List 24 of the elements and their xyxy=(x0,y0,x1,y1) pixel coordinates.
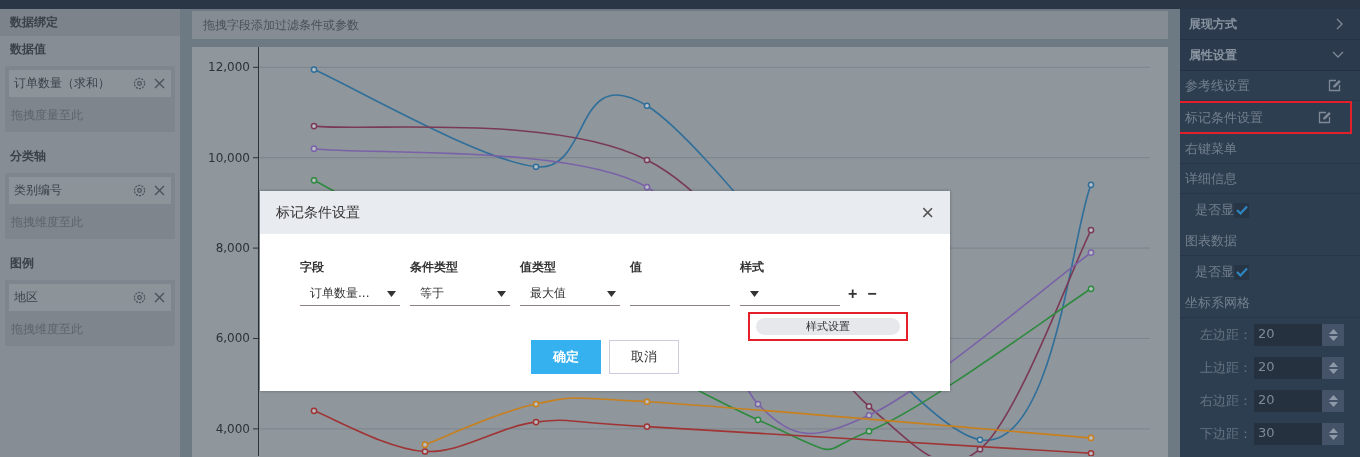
field-label: 样式 xyxy=(740,259,765,276)
field-name: 订单数量（求和） xyxy=(14,75,111,92)
field-name: 类别编号 xyxy=(14,182,63,199)
field-label: 值类型 xyxy=(520,259,557,276)
checkbox-label: 是否显 xyxy=(1195,201,1234,219)
settings-heading: 详细信息 xyxy=(1180,164,1360,194)
field-name: 地区 xyxy=(14,289,39,306)
section-title: 分类轴 xyxy=(9,148,47,165)
axis-tick-label: 10,000 xyxy=(208,150,250,165)
settings-heading: 右键菜单 xyxy=(1180,134,1360,164)
section-title: 数据值 xyxy=(9,41,47,58)
dialog-title: 标记条件设置 xyxy=(276,203,360,222)
axis-tick-label: 4,000 xyxy=(215,421,250,436)
field-label: 条件类型 xyxy=(410,259,459,276)
settings-heading: 图表数据 xyxy=(1180,226,1360,256)
checkbox-label: 是否显 xyxy=(1195,263,1234,281)
field-label: 值 xyxy=(630,259,643,276)
panel-title: 数据绑定 xyxy=(0,9,180,36)
field-label: 字段 xyxy=(300,259,325,276)
settings-heading: 坐标系网格 xyxy=(1180,288,1360,318)
axis-tick-label: 12,000 xyxy=(208,60,250,75)
section-title: 图例 xyxy=(9,255,35,272)
axis-tick-label: 6,000 xyxy=(215,331,250,346)
axis-tick-label: 8,000 xyxy=(215,241,250,256)
